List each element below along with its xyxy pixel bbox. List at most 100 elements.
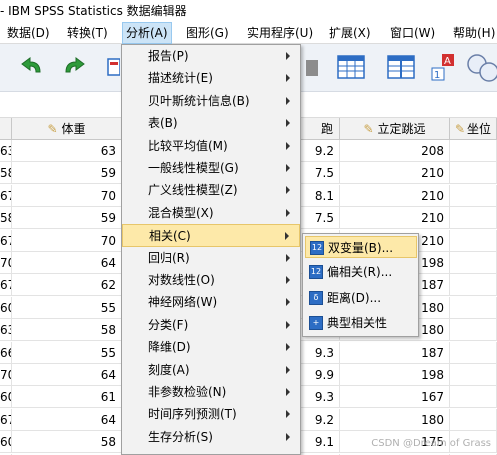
table-cell[interactable]: 64 [12, 252, 122, 274]
table-cell[interactable]: 210 [340, 162, 450, 185]
table-cell[interactable]: 59 [12, 162, 122, 185]
table-cell[interactable]: 58 [12, 431, 122, 454]
menu-analyze[interactable]: 分析(A) [122, 22, 172, 44]
table-cell[interactable] [450, 364, 497, 386]
menu-item-reports[interactable]: 报告(P) [122, 45, 300, 67]
table-cell[interactable]: 58 [12, 319, 122, 342]
table-cell[interactable] [450, 207, 497, 230]
submenu-arrow-icon [286, 119, 290, 128]
window-title: - IBM SPSS Statistics 数据编辑器 [0, 0, 497, 22]
column-header-left[interactable] [0, 118, 12, 140]
table-cell[interactable]: 187 [340, 341, 450, 364]
table-cell[interactable]: 64 [12, 408, 122, 431]
table-cell[interactable]: 63 [0, 319, 12, 342]
menu-item-mixed[interactable]: 混合模型(X) [122, 202, 300, 224]
menu-item-distances[interactable]: δ 距离(D)... [305, 287, 417, 309]
menu-item-bayesian[interactable]: 贝叶斯统计信息(B) [122, 90, 300, 112]
table-cell[interactable]: 167 [340, 386, 450, 409]
table-cell[interactable]: 70 [0, 364, 12, 386]
menu-item-glm[interactable]: 一般线性模型(G) [122, 157, 300, 179]
table-cell[interactable]: 67 [0, 274, 12, 297]
menu-extensions[interactable]: 扩展(X) [326, 22, 374, 44]
split-table-icon[interactable] [386, 52, 416, 82]
table-cell[interactable]: 60 [0, 386, 12, 409]
menu-item-correlate[interactable]: 相关(C) [122, 224, 300, 247]
table-cell[interactable]: 210 [340, 207, 450, 230]
table-cell[interactable]: 60 [0, 296, 12, 319]
column-header-sit[interactable]: ✎ 坐位 [450, 118, 497, 140]
table-cell[interactable]: 63 [12, 140, 122, 162]
menu-item-loglinear[interactable]: 对数线性(O) [122, 269, 300, 291]
table-cell[interactable] [450, 140, 497, 162]
table-cell[interactable] [450, 408, 497, 431]
table-cell[interactable]: 210 [340, 184, 450, 207]
circles-icon[interactable] [465, 52, 497, 82]
table-cell[interactable]: 58 [0, 162, 12, 185]
redo-icon[interactable] [58, 52, 88, 82]
menu-item-compare-means[interactable]: 比较平均值(M) [122, 135, 300, 157]
grid-table-icon[interactable] [336, 52, 366, 82]
menu-item-canonical[interactable]: + 典型相关性 [305, 312, 417, 334]
menu-item-survival[interactable]: 生存分析(S) [122, 426, 300, 448]
svg-text:1: 1 [434, 70, 440, 81]
table-cell[interactable]: 67 [0, 184, 12, 207]
menu-item-neural[interactable]: 神经网络(W) [122, 291, 300, 313]
menu-item-scale[interactable]: 刻度(A) [122, 359, 300, 381]
undo-icon[interactable] [18, 52, 48, 82]
menu-item-nonparametric[interactable]: 非参数检验(N) [122, 381, 300, 403]
table-cell[interactable]: 62 [12, 274, 122, 297]
menu-item-dimension[interactable]: 降维(D) [122, 336, 300, 358]
table-cell[interactable]: 61 [12, 386, 122, 409]
table-cell[interactable]: 67 [0, 229, 12, 252]
submenu-arrow-icon [286, 343, 290, 352]
menu-item-classify[interactable]: 分类(F) [122, 314, 300, 336]
table-cell[interactable] [450, 184, 497, 207]
menu-item-descriptive[interactable]: 描述统计(E) [122, 67, 300, 89]
goto-case-icon[interactable] [104, 52, 121, 82]
table-cell[interactable]: 55 [12, 341, 122, 364]
gray-block-icon[interactable] [306, 52, 320, 82]
table-cell[interactable]: 64 [12, 364, 122, 386]
menu-item-tables[interactable]: 表(B) [122, 112, 300, 134]
menu-item-generalized-linear[interactable]: 广义线性模型(Z) [122, 179, 300, 201]
submenu-arrow-icon [286, 253, 290, 262]
menu-item-bivariate[interactable]: 12 双变量(B)... [305, 236, 417, 258]
menu-utilities[interactable]: 实用程序(U) [244, 22, 316, 44]
table-cell[interactable]: 70 [12, 229, 122, 252]
table-cell[interactable] [450, 386, 497, 409]
menu-item-regression[interactable]: 回归(R) [122, 247, 300, 269]
table-cell[interactable] [450, 319, 497, 342]
submenu-arrow-icon [285, 232, 289, 241]
menu-help[interactable]: 帮助(H) [450, 22, 497, 44]
table-cell[interactable]: 67 [0, 408, 12, 431]
table-cell[interactable]: 198 [340, 364, 450, 386]
menu-graphs[interactable]: 图形(G) [183, 22, 232, 44]
analyze-menu: 报告(P) 描述统计(E) 贝叶斯统计信息(B) 表(B) 比较平均值(M) 一… [121, 44, 301, 455]
table-cell[interactable]: 70 [0, 252, 12, 274]
menu-item-partial[interactable]: 12 偏相关(R)... [305, 261, 417, 283]
menu-window[interactable]: 窗口(W) [387, 22, 438, 44]
table-cell[interactable]: 58 [0, 207, 12, 230]
value-labels-icon[interactable]: A1 [428, 52, 458, 82]
table-cell[interactable] [450, 341, 497, 364]
table-cell[interactable]: 180 [340, 408, 450, 431]
column-header-weight[interactable]: ✎ 体重 [12, 118, 122, 140]
table-cell[interactable]: 55 [12, 296, 122, 319]
table-cell[interactable] [450, 162, 497, 185]
table-cell[interactable]: 66 [0, 341, 12, 364]
table-cell[interactable] [450, 252, 497, 274]
menu-item-forecasting[interactable]: 时间序列预测(T) [122, 403, 300, 425]
table-cell[interactable]: 70 [12, 184, 122, 207]
table-cell[interactable]: 59 [12, 207, 122, 230]
menu-data[interactable]: 数据(D) [4, 22, 53, 44]
pencil-icon: ✎ [454, 122, 466, 136]
table-cell[interactable]: 60 [0, 431, 12, 454]
submenu-arrow-icon [286, 186, 290, 195]
table-cell[interactable]: 208 [340, 140, 450, 162]
table-cell[interactable] [450, 296, 497, 319]
table-cell[interactable] [450, 229, 497, 252]
table-cell[interactable]: 63 [0, 140, 12, 162]
column-header-long-jump[interactable]: ✎ 立定跳远 [340, 118, 450, 140]
menu-transform[interactable]: 转换(T) [64, 22, 111, 44]
table-cell[interactable] [450, 274, 497, 297]
